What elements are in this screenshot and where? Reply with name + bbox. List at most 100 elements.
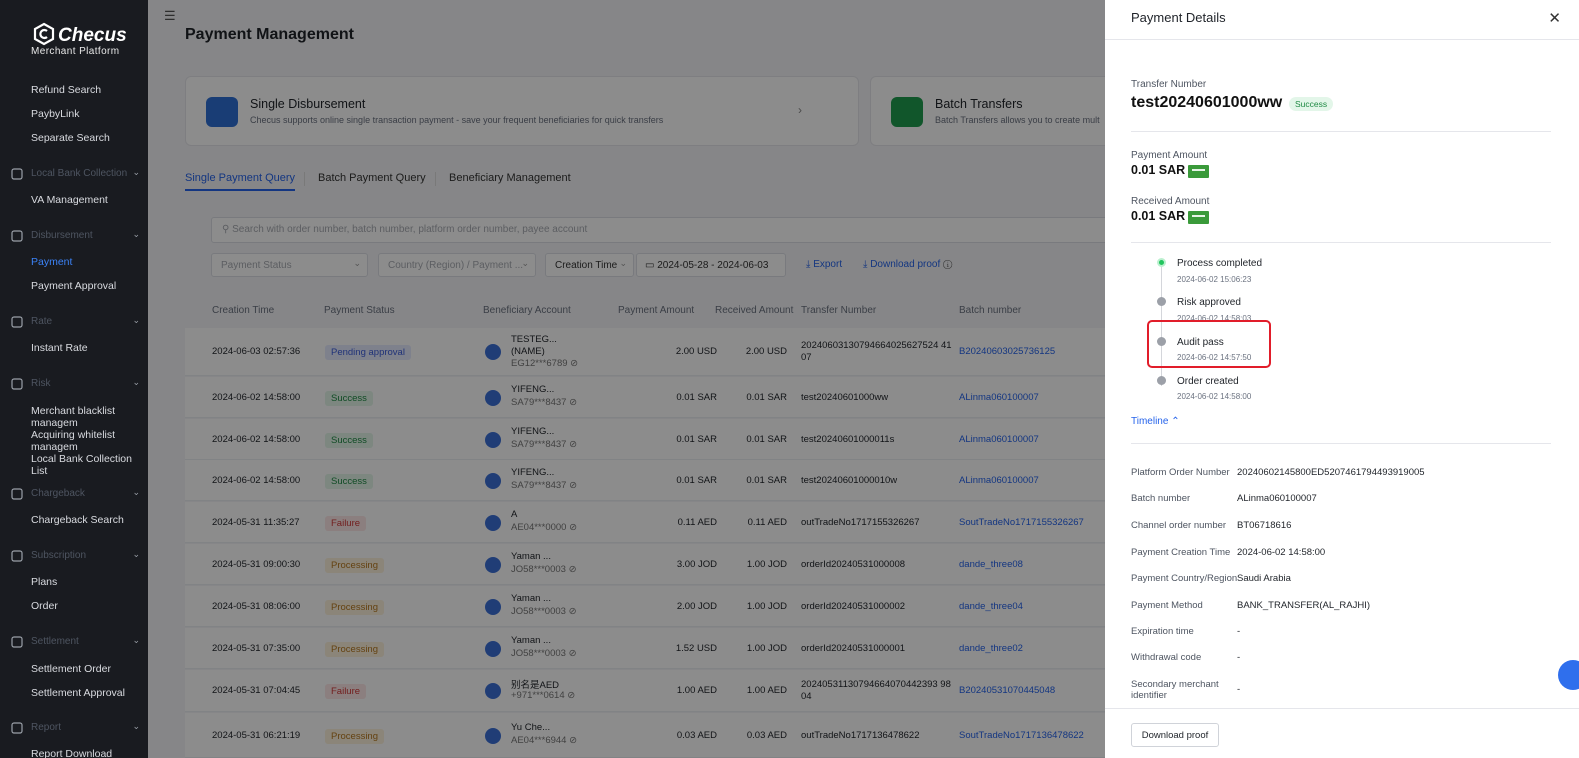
payment-amount-label: Payment Amount	[1131, 150, 1208, 161]
sidebar-item-order[interactable]: Order	[0, 600, 148, 612]
timeline-title: Process completed	[1177, 258, 1263, 269]
sidebar-group-report[interactable]: Report ⌄	[0, 720, 148, 740]
sidebar: Checus Merchant Platform Refund Search Pa…	[0, 0, 148, 758]
sidebar-item-refund-search[interactable]: Refund Search	[0, 84, 148, 96]
sidebar-item-label: Acquiring whitelist managem	[31, 429, 116, 453]
highlight-box	[1147, 320, 1271, 368]
sidebar-group-disbursement[interactable]: Disbursement ⌄	[0, 228, 148, 248]
sidebar-item-plans[interactable]: Plans	[0, 576, 148, 588]
sidebar-item-label: Instant Rate	[31, 342, 88, 354]
status-badge: Success	[1289, 97, 1334, 111]
modal-overlay[interactable]	[148, 0, 1105, 758]
payment-amount-value: 0.01 SAR	[1131, 163, 1186, 177]
menu-icon	[11, 230, 23, 242]
sidebar-item-label: Settlement Approval	[31, 687, 125, 699]
sidebar-item-settlement-approval[interactable]: Settlement Approval	[0, 687, 148, 699]
timeline-toggle-label: Timeline	[1131, 416, 1169, 427]
sidebar-item-label: Plans	[31, 576, 58, 588]
sidebar-group-label: Risk	[31, 378, 51, 389]
sidebar-group-label: Settlement	[31, 636, 79, 647]
sidebar-item-label: Order	[31, 600, 58, 612]
sidebar-group-label: Chargeback	[31, 488, 85, 499]
received-amount-label: Received Amount	[1131, 196, 1210, 207]
sidebar-item-label: Report Download	[31, 748, 113, 758]
detail-value: BT06718616	[1237, 520, 1292, 531]
divider	[1131, 443, 1551, 444]
sidebar-item-label: Separate Search	[31, 132, 110, 144]
transfer-number-value: test20240601000ww	[1131, 94, 1283, 111]
detail-value: BANK_TRANSFER(AL_RAJHI)	[1237, 600, 1371, 611]
sidebar-group-local-bank-collection[interactable]: Local Bank Collection ⌄	[0, 166, 148, 186]
sidebar-item-label: Local Bank Collection List	[31, 453, 132, 477]
detail-value: ALinma060100007	[1237, 493, 1317, 504]
chevron-down-icon: ⌄	[132, 315, 140, 325]
detail-value: -	[1237, 626, 1241, 637]
sidebar-item-chargeback-search[interactable]: Chargeback Search	[0, 514, 148, 526]
divider	[1131, 131, 1551, 132]
detail-value: 2024-06-02 14:58:00	[1237, 547, 1326, 558]
sidebar-item-payment[interactable]: Payment	[0, 256, 148, 268]
close-icon[interactable]: ✕	[1548, 9, 1561, 27]
sidebar-group-rate[interactable]: Rate ⌄	[0, 314, 148, 334]
menu-icon	[11, 488, 23, 500]
menu-icon	[11, 316, 23, 328]
sidebar-item-label: Settlement Order	[31, 663, 111, 675]
chevron-down-icon: ⌄	[132, 377, 140, 387]
detail-key: Platform Order Number	[1131, 467, 1230, 478]
timeline-dot-completed	[1157, 258, 1166, 267]
detail-value: -	[1237, 684, 1241, 695]
detail-value: -	[1237, 652, 1241, 663]
menu-icon	[11, 378, 23, 390]
chevron-down-icon: ⌄	[132, 635, 140, 645]
saudi-flag-icon	[1188, 165, 1209, 178]
chevron-down-icon: ⌄	[132, 167, 140, 177]
detail-value: 20240602145800ED5207461794493919005	[1237, 467, 1425, 478]
detail-key: Payment Method	[1131, 600, 1203, 611]
chevron-down-icon: ⌄	[132, 721, 140, 731]
sidebar-item-label: VA Management	[31, 194, 108, 206]
timeline-dot	[1157, 297, 1166, 306]
sidebar-item-acquiring-whitelist-managem[interactable]: Acquiring whitelist managem	[0, 429, 148, 453]
detail-key: Channel order number	[1131, 520, 1227, 531]
sidebar-item-settlement-order[interactable]: Settlement Order	[0, 663, 148, 675]
chevron-down-icon: ⌄	[132, 549, 140, 559]
sidebar-item-merchant-blacklist-managem[interactable]: Merchant blacklist managem	[0, 405, 148, 429]
sidebar-item-report-download[interactable]: Report Download	[0, 748, 148, 758]
menu-icon	[11, 722, 23, 734]
sidebar-item-label: Chargeback Search	[31, 514, 124, 526]
detail-key: Secondary merchant identifier	[1131, 679, 1219, 701]
sidebar-item-local-bank-collection-list[interactable]: Local Bank Collection List	[0, 453, 148, 477]
logo: Checus Merchant Platform	[30, 22, 140, 62]
divider	[1105, 708, 1579, 709]
sidebar-group-label: Subscription	[31, 550, 87, 561]
timeline-time: 2024-06-02 15:06:23	[1177, 275, 1252, 284]
saudi-flag-icon	[1188, 211, 1209, 224]
sidebar-group-settlement[interactable]: Settlement ⌄	[0, 634, 148, 654]
sidebar-group-risk[interactable]: Risk ⌄	[0, 376, 148, 396]
sidebar-item-separate-search[interactable]: Separate Search	[0, 132, 148, 144]
chevron-up-icon: ⌃	[1171, 416, 1180, 427]
sidebar-item-paybylink[interactable]: PaybyLink	[0, 108, 148, 120]
timeline-toggle[interactable]: Timeline ⌃	[1131, 416, 1180, 427]
timeline-title: Risk approved	[1177, 297, 1241, 308]
timeline-time: 2024-06-02 14:58:00	[1177, 392, 1252, 401]
sidebar-item-payment-approval[interactable]: Payment Approval	[0, 280, 148, 292]
logo-brand: Checus	[58, 25, 127, 46]
detail-key: Expiration time	[1131, 626, 1194, 637]
sidebar-group-label: Disbursement	[31, 230, 93, 241]
sidebar-item-va-management[interactable]: VA Management	[0, 194, 148, 206]
sidebar-group-chargeback[interactable]: Chargeback ⌄	[0, 486, 148, 506]
detail-key: Withdrawal code	[1131, 652, 1202, 663]
transfer-number-label: Transfer Number	[1131, 79, 1207, 90]
logo-icon	[33, 22, 55, 46]
sidebar-item-instant-rate[interactable]: Instant Rate	[0, 342, 148, 354]
detail-value: Saudi Arabia	[1237, 573, 1291, 584]
sidebar-group-subscription[interactable]: Subscription ⌄	[0, 548, 148, 568]
detail-key: Payment Country/Region	[1131, 573, 1238, 584]
sidebar-group-label: Local Bank Collection	[31, 168, 128, 179]
chevron-down-icon: ⌄	[132, 487, 140, 497]
menu-icon	[11, 636, 23, 648]
detail-key: Payment Creation Time	[1131, 547, 1231, 558]
timeline-dot	[1157, 376, 1166, 385]
download-proof-button[interactable]: Download proof	[1131, 723, 1219, 747]
